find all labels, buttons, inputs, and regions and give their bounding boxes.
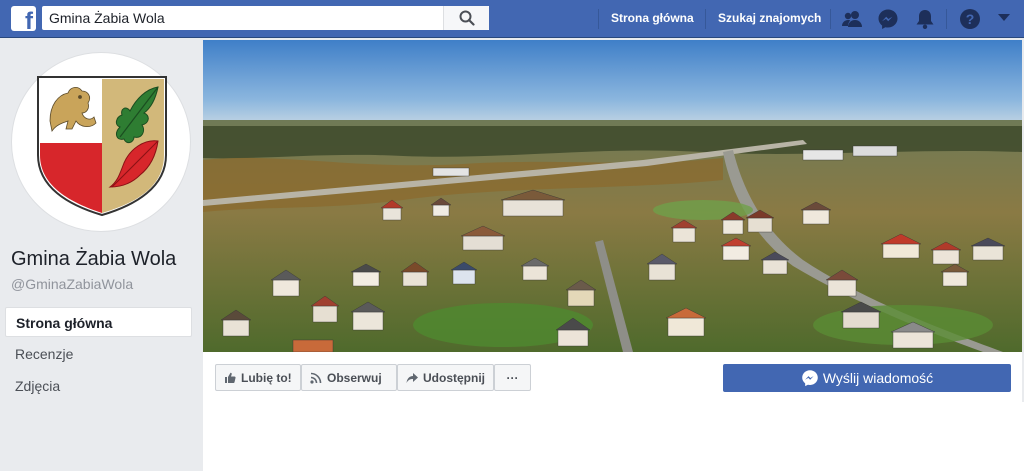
search-input[interactable] xyxy=(42,6,442,30)
nav-divider xyxy=(946,9,947,29)
nav-find-friends-link[interactable]: Szukaj znajomych xyxy=(718,11,821,25)
more-dots-icon: ··· xyxy=(506,370,519,385)
facebook-logo[interactable]: f xyxy=(11,6,36,31)
search-icon xyxy=(459,10,475,26)
like-button[interactable]: Lubię to! xyxy=(215,364,301,391)
share-button[interactable]: Udostępnij xyxy=(397,364,494,391)
nav-divider xyxy=(830,9,831,29)
page-title: Gmina Żabia Wola xyxy=(11,248,177,270)
send-message-label: Wyślij wiadomość xyxy=(822,370,934,386)
sidebar-item-home[interactable]: Strona główna xyxy=(5,307,192,337)
friends-icon[interactable] xyxy=(841,8,863,30)
follow-button-label: Obserwuj xyxy=(327,370,382,385)
sidebar-item-reviews[interactable]: Recenzje xyxy=(5,339,192,369)
search-box xyxy=(42,6,489,30)
send-message-button[interactable]: Wyślij wiadomość xyxy=(723,364,1011,392)
facebook-logo-letter: f xyxy=(25,8,33,32)
nav-divider xyxy=(598,9,599,29)
more-options-button[interactable]: ··· xyxy=(494,364,531,391)
nav-divider xyxy=(705,9,706,29)
share-button-label: Udostępnij xyxy=(423,370,485,385)
svg-text:?: ? xyxy=(966,11,975,27)
like-button-label: Lubię to! xyxy=(241,370,292,385)
nav-home-link[interactable]: Strona główna xyxy=(611,11,694,25)
help-icon[interactable]: ? xyxy=(959,8,981,30)
share-arrow-icon xyxy=(406,372,418,383)
rss-icon xyxy=(310,372,322,384)
messenger-icon[interactable] xyxy=(877,8,899,30)
sidebar-item-photos[interactable]: Zdjęcia xyxy=(5,371,192,401)
notifications-icon[interactable] xyxy=(914,8,936,30)
top-navigation-bar: f Strona główna Szukaj znajomych ? xyxy=(0,0,1024,38)
content-area xyxy=(203,402,1024,471)
thumbs-up-icon xyxy=(225,372,236,383)
page-sidebar-nav: Strona główna Recenzje Zdjęcia xyxy=(5,307,192,403)
page-action-bar: Lubię to! Obserwuj Udostępnij ··· Wyślij… xyxy=(203,352,1022,402)
page-handle[interactable]: @GminaZabiaWola xyxy=(11,276,133,292)
cover-photo[interactable] xyxy=(203,40,1022,352)
messenger-icon xyxy=(802,370,818,387)
profile-picture[interactable] xyxy=(11,52,191,232)
chevron-down-icon[interactable] xyxy=(997,13,1011,23)
coat-of-arms-logo xyxy=(37,76,167,217)
follow-button[interactable]: Obserwuj xyxy=(301,364,397,391)
search-button[interactable] xyxy=(443,6,489,30)
